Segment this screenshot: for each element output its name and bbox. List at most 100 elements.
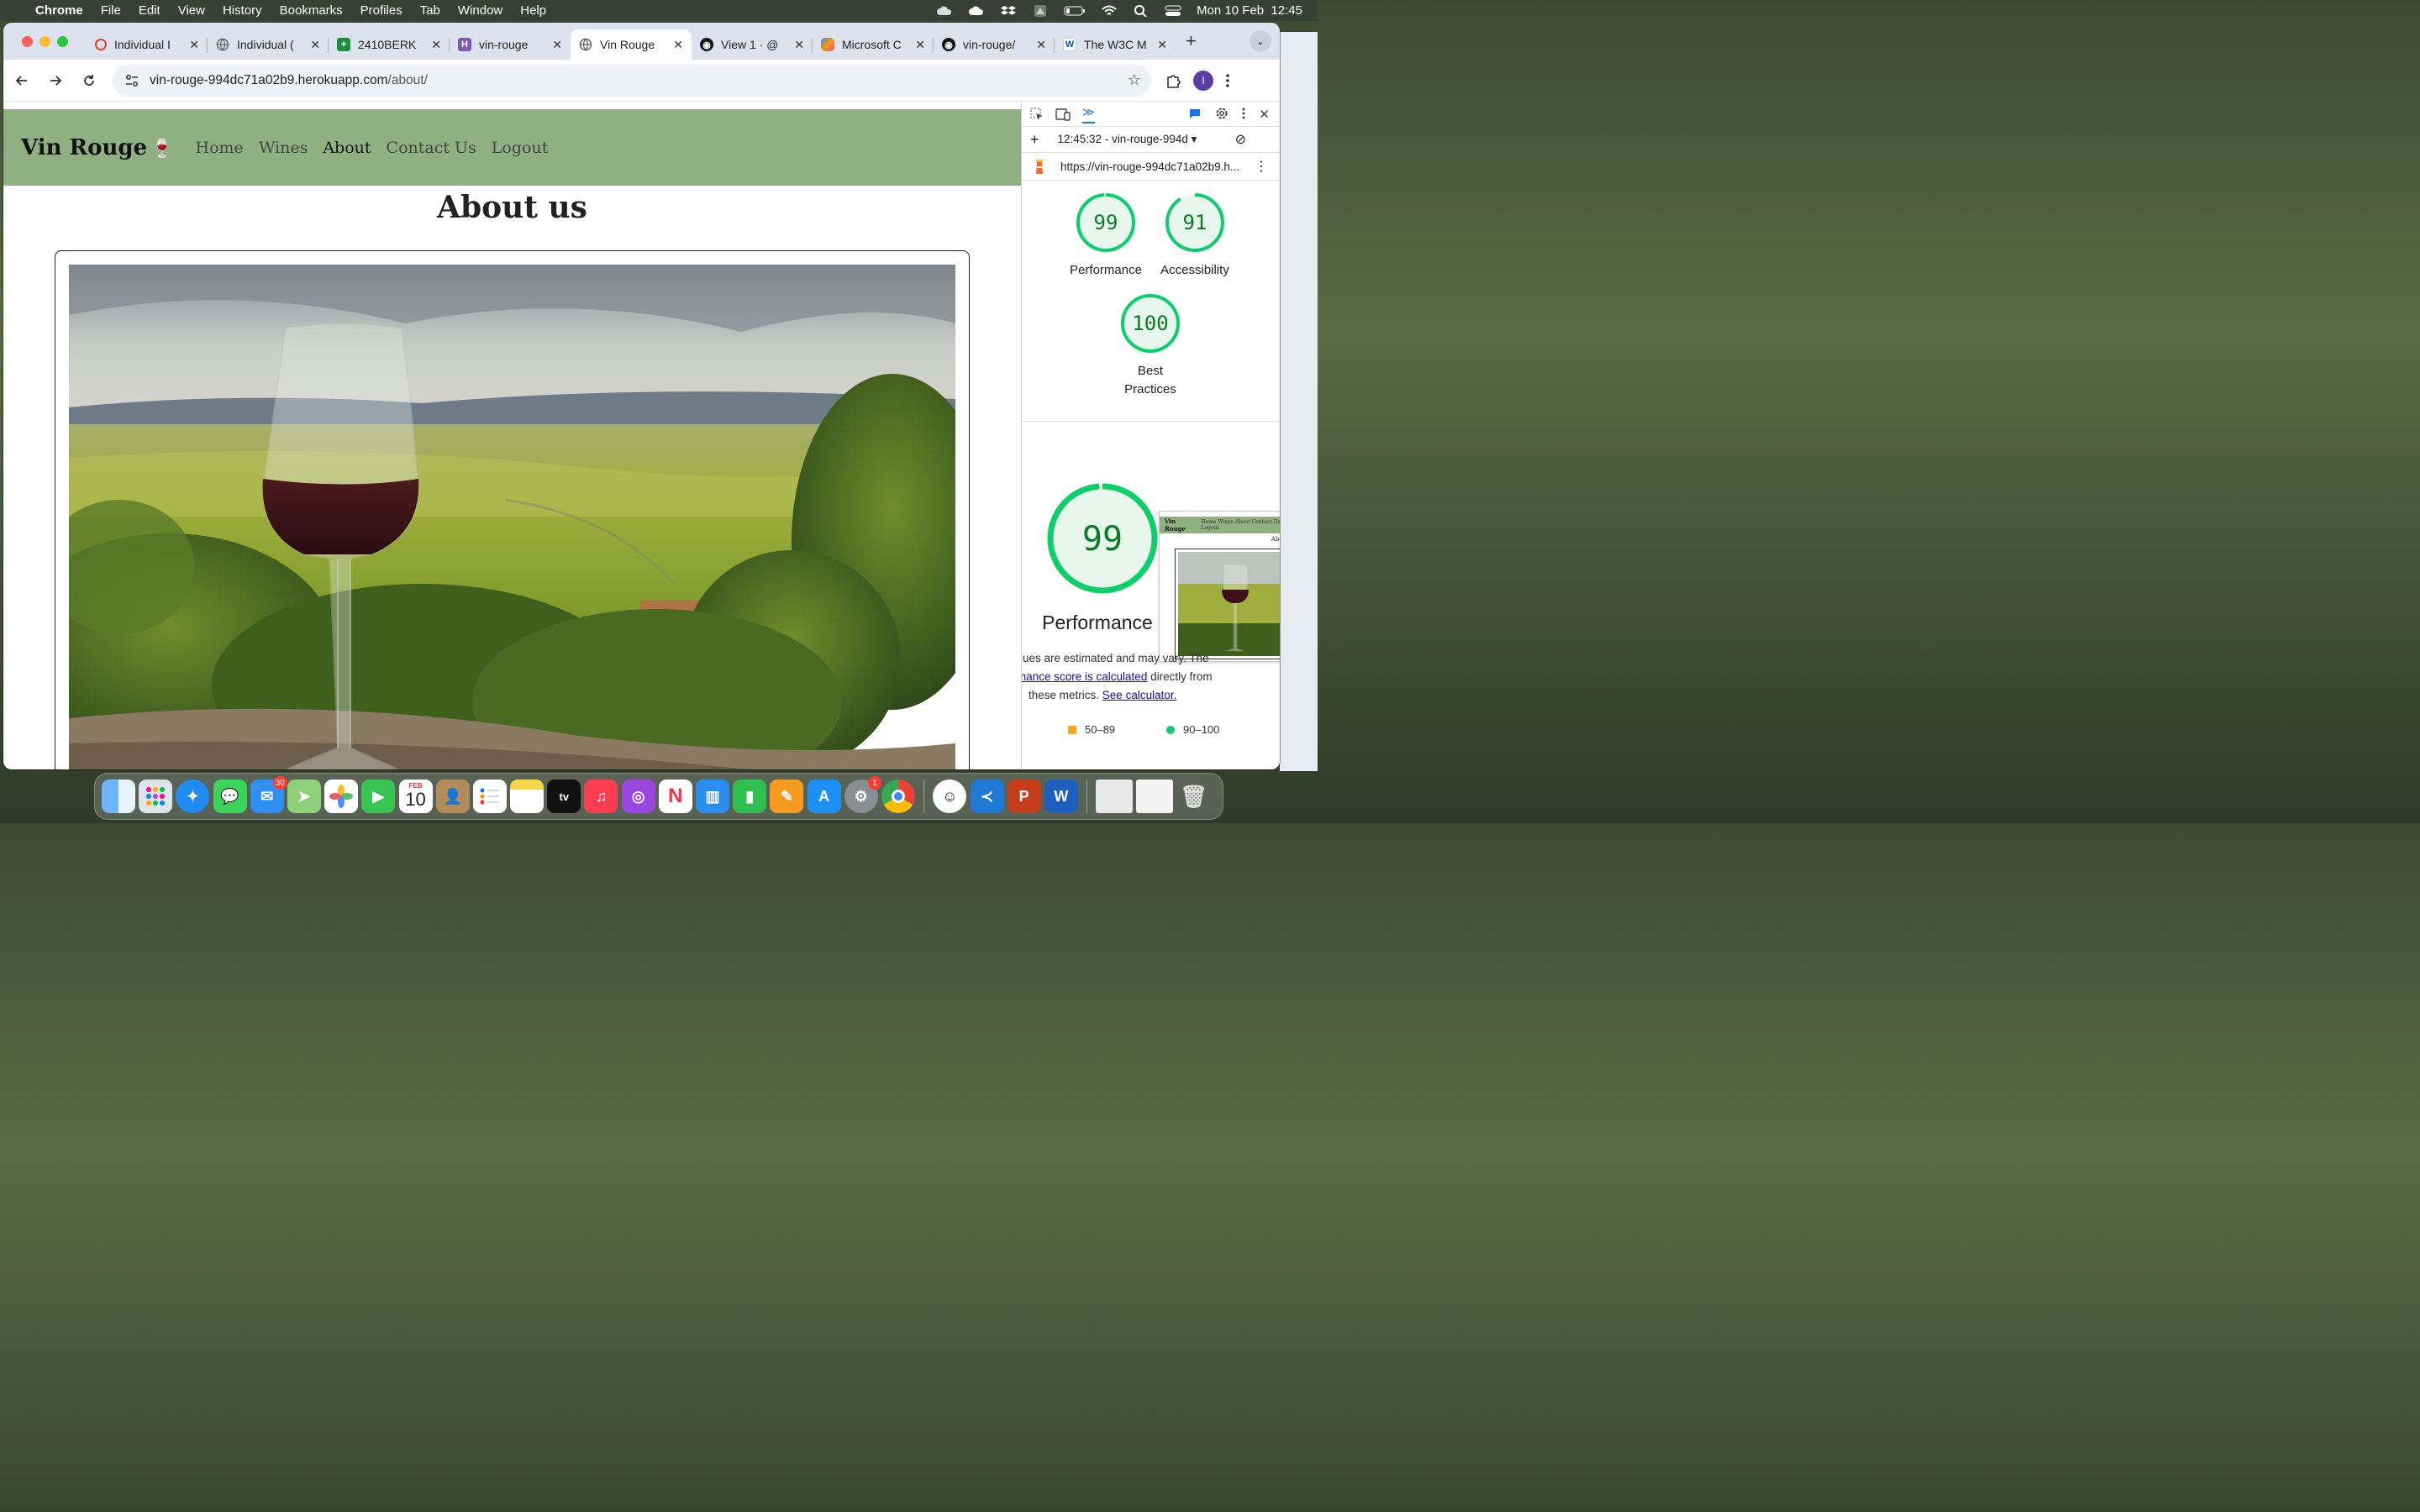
close-tab-icon[interactable]: ✕ — [1157, 38, 1167, 52]
keynote-icon[interactable]: ▥ — [696, 780, 729, 813]
app-store-icon[interactable]: A — [807, 780, 841, 813]
extensions-puzzle-icon[interactable] — [1165, 72, 1181, 89]
score-calculated-link[interactable]: mance score is calculated — [1022, 670, 1147, 683]
report-selector[interactable]: 12:45:32 - vin-rouge-994d ▾ — [1058, 133, 1235, 146]
inspect-element-icon[interactable] — [1030, 108, 1044, 121]
close-tab-icon[interactable]: ✕ — [794, 38, 804, 52]
menu-tab[interactable]: Tab — [420, 3, 440, 18]
gauge-accessibility[interactable]: 91 Accessibility — [1153, 192, 1237, 280]
nav-wines[interactable]: Wines — [259, 139, 308, 157]
finder-icon[interactable] — [102, 780, 135, 813]
word-icon[interactable]: W — [1044, 780, 1078, 813]
wifi-icon[interactable] — [1101, 5, 1118, 17]
safari-icon[interactable]: ✦ — [176, 780, 210, 813]
nav-logout[interactable]: Logout — [492, 139, 549, 157]
close-devtools-icon[interactable]: ✕ — [1259, 107, 1270, 122]
vscode-icon[interactable]: ≺ — [970, 780, 1004, 813]
minimized-window-1[interactable] — [1096, 780, 1134, 813]
gauge-best-practices[interactable]: 100 Best Practices — [1108, 293, 1192, 399]
minimize-window-button[interactable] — [39, 35, 50, 47]
system-settings-icon[interactable]: ⚙ 1 — [844, 776, 881, 813]
control-center-icon[interactable] — [1165, 5, 1181, 17]
apple-tv-icon[interactable]: tv — [547, 780, 581, 813]
more-panels-icon[interactable]: ≫ — [1082, 105, 1095, 123]
launchpad-icon[interactable] — [139, 780, 173, 813]
close-tab-icon[interactable]: ✕ — [1036, 38, 1046, 52]
tab-github-view[interactable]: ◉ View 1 · @ ✕ — [692, 29, 813, 60]
menu-window[interactable]: Window — [458, 3, 502, 18]
trash-icon[interactable]: 🗑 — [1177, 780, 1211, 813]
tab-w3c[interactable]: W The W3C M ✕ — [1055, 29, 1176, 60]
devtools-menu-icon[interactable] — [1242, 107, 1245, 120]
tab-individual-1[interactable]: Individual I ✕ — [87, 29, 208, 60]
tab-search-icon[interactable]: ⌄ — [1249, 30, 1271, 52]
drive-icon[interactable] — [1032, 4, 1049, 17]
reload-button[interactable] — [74, 66, 104, 96]
close-tab-icon[interactable]: ✕ — [673, 38, 683, 52]
powerpoint-icon[interactable]: P — [1007, 780, 1041, 813]
bookmark-star-icon[interactable]: ☆ — [1128, 71, 1141, 89]
dropbox-icon[interactable] — [1000, 5, 1017, 17]
music-icon[interactable]: ♫ — [584, 780, 618, 813]
pages-icon[interactable]: ✎ — [770, 780, 804, 813]
chrome-menu-icon[interactable] — [1225, 72, 1230, 89]
gear-icon[interactable] — [1215, 107, 1228, 120]
menu-edit[interactable]: Edit — [139, 3, 160, 18]
forward-button[interactable] — [40, 66, 71, 96]
fullscreen-window-button[interactable] — [57, 35, 68, 47]
new-tab-button[interactable]: + — [1186, 30, 1197, 52]
report-options-icon[interactable]: ⋮ — [1255, 158, 1268, 175]
battery-icon[interactable] — [1064, 5, 1086, 17]
menu-profiles[interactable]: Profiles — [360, 3, 402, 18]
nav-contact-us[interactable]: Contact Us — [387, 139, 476, 157]
device-toolbar-icon[interactable] — [1055, 108, 1071, 121]
close-tab-icon[interactable]: ✕ — [915, 38, 925, 52]
tab-heroku[interactable]: H vin-rouge ✕ — [450, 29, 571, 60]
contacts-icon[interactable]: 👤 — [435, 780, 470, 813]
back-button[interactable] — [7, 66, 37, 96]
maps-icon[interactable]: ➤ — [287, 780, 321, 813]
photos-icon[interactable] — [324, 780, 359, 813]
tab-github-repo[interactable]: ◉ vin-rouge/ ✕ — [934, 29, 1055, 60]
menu-bookmarks[interactable]: Bookmarks — [280, 3, 343, 18]
news-icon[interactable]: N — [658, 780, 692, 813]
close-tab-icon[interactable]: ✕ — [189, 38, 199, 52]
chrome-icon[interactable] — [881, 780, 915, 813]
mail-icon[interactable]: ✉ 30 — [250, 776, 287, 813]
facetime-icon[interactable]: ▶ — [361, 780, 396, 813]
close-tab-icon[interactable]: ✕ — [431, 38, 441, 52]
issues-chat-icon[interactable] — [1188, 107, 1202, 120]
clear-reports-icon[interactable]: ⊘ — [1235, 131, 1246, 148]
icloud-icon[interactable] — [968, 5, 985, 17]
messages-icon[interactable]: 💬 — [213, 780, 247, 813]
menu-app-name[interactable]: Chrome — [35, 3, 83, 18]
page-screenshot-thumbnail[interactable]: Vin Rouge Home Wines About Contact Us Log… — [1159, 511, 1280, 662]
see-calculator-link[interactable]: See calculator. — [1102, 689, 1177, 701]
tab-spreadsheet[interactable]: + 2410BERK ✕ — [329, 29, 450, 60]
menubar-clock[interactable]: Mon 10 Feb 12:45 — [1197, 3, 1302, 18]
smiley-app-icon[interactable]: ☺ — [933, 780, 967, 813]
menu-file[interactable]: File — [101, 3, 121, 18]
numbers-icon[interactable]: ▮ — [733, 780, 767, 813]
menu-history[interactable]: History — [223, 3, 262, 18]
site-settings-icon[interactable] — [121, 70, 143, 92]
gauge-performance[interactable]: 99 Performance — [1064, 192, 1148, 280]
close-window-button[interactable] — [22, 35, 33, 47]
reminders-icon[interactable] — [472, 780, 507, 813]
menu-help[interactable]: Help — [520, 3, 546, 18]
spotlight-search-icon[interactable] — [1133, 4, 1150, 17]
podcasts-icon[interactable]: ◎ — [621, 780, 655, 813]
nav-home[interactable]: Home — [196, 139, 244, 157]
site-brand-link[interactable]: Vin Rouge 🍷 — [21, 135, 174, 160]
calendar-icon[interactable]: FEB 10 — [398, 780, 433, 813]
close-tab-icon[interactable]: ✕ — [552, 38, 562, 52]
nav-about[interactable]: About — [323, 139, 371, 157]
tab-vin-rouge-active[interactable]: Vin Rouge ✕ — [571, 29, 692, 60]
new-report-icon[interactable]: + — [1030, 131, 1039, 149]
tab-microsoft-copilot[interactable]: Microsoft C ✕ — [813, 29, 934, 60]
profile-avatar[interactable]: I — [1193, 70, 1213, 91]
notes-icon[interactable] — [510, 780, 544, 813]
close-tab-icon[interactable]: ✕ — [310, 38, 320, 52]
minimized-window-2[interactable] — [1136, 780, 1174, 813]
address-bar[interactable]: vin-rouge-994dc71a02b9.herokuapp.com/abo… — [113, 64, 1151, 97]
